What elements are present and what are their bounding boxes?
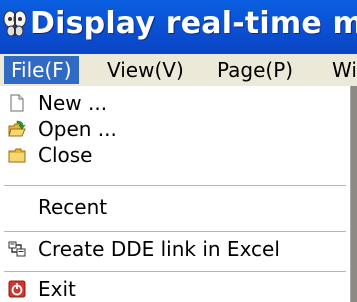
menu-shadow [351,86,357,302]
new-document-icon [10,94,24,112]
menu-page[interactable]: Page(P) [210,56,300,84]
menu-item-label: Close [38,143,93,167]
menu-file[interactable]: File(F) [4,56,79,84]
menu-view[interactable]: View(V) [100,56,191,84]
menu-item-recent[interactable]: Recent [0,194,350,220]
menu-item-close[interactable]: Close [0,142,350,168]
menu-bar: File(F) View(V) Page(P) Wi [0,54,357,87]
menu-separator [4,185,346,186]
menu-item-label: New ... [38,91,108,115]
menu-item-new[interactable]: New ... [0,90,350,116]
exit-icon [8,280,26,298]
menu-window[interactable]: Wi [325,56,357,84]
menu-item-exit[interactable]: Exit [0,276,350,302]
menu-separator [4,271,346,272]
open-folder-icon [8,120,26,137]
closed-folder-icon [8,148,26,163]
app-butterfly-icon [3,10,27,37]
menu-item-label: Open ... [38,117,117,141]
menu-item-label: Create DDE link in Excel [38,237,280,261]
file-dropdown-menu: New ... Open ... Close Recent Create DDE [0,86,351,302]
menu-item-create-dde-link[interactable]: Create DDE link in Excel [0,236,350,262]
menu-separator [4,231,346,232]
title-bar: Display real-time me [0,0,357,54]
dde-link-icon [8,241,26,257]
window-title: Display real-time me [30,6,357,41]
menu-item-label: Exit [38,277,76,301]
menu-item-label: Recent [38,195,108,219]
menu-item-open[interactable]: Open ... [0,116,350,142]
